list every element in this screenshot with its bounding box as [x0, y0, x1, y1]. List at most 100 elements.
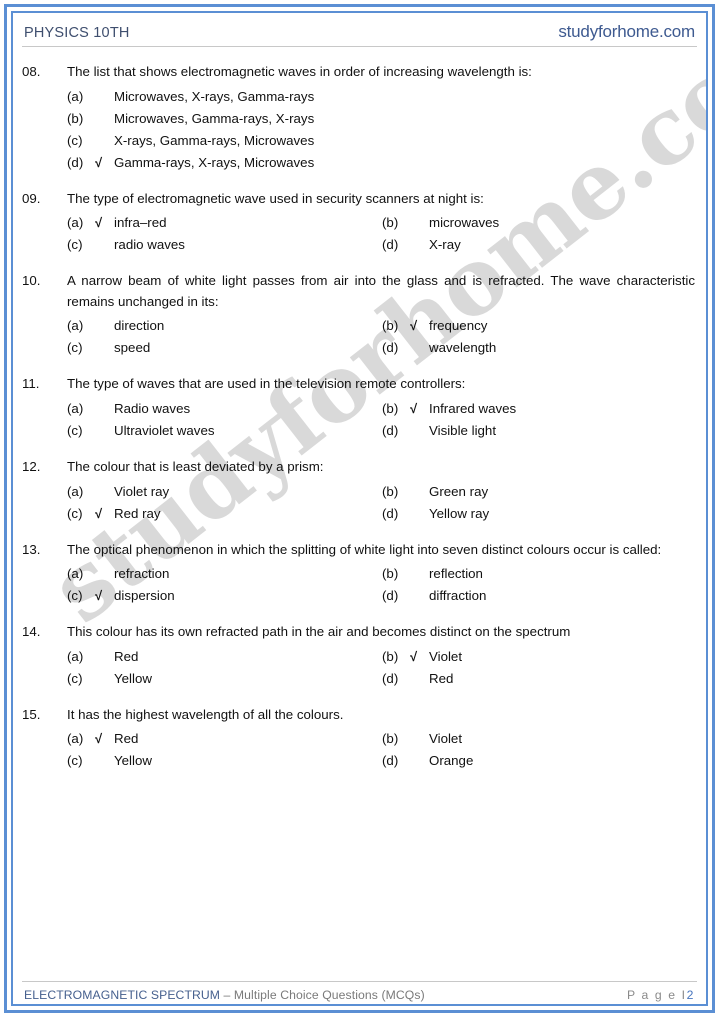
option-a[interactable]: (a)√Radio waves	[67, 401, 382, 416]
option-row: (c)√Yellow(d)√Orange	[67, 753, 697, 768]
option-label: (a)	[67, 648, 84, 664]
option-row: (c)√radio waves(d)√X-ray	[67, 237, 697, 252]
question-text: A narrow beam of white light passes from…	[67, 273, 695, 309]
option-text: diffraction	[429, 588, 487, 604]
option-c[interactable]: (c)√speed	[67, 340, 382, 355]
option-label: (d)	[382, 340, 399, 356]
question-number: 15.	[22, 706, 41, 722]
questions-list: 08. The list that shows electromagnetic w…	[22, 47, 697, 981]
question-text: The optical phenomenon in which the spli…	[67, 541, 662, 557]
option-a[interactable]: (a)√Red	[67, 649, 382, 664]
option-group: (a)√direction(b) √ frequency (c)√speed(d)√w…	[22, 318, 697, 355]
option-a[interactable]: (a)√Microwaves, X-rays, Gamma-rays	[67, 89, 697, 104]
correct-answer-check-icon: √	[410, 318, 418, 334]
option-row: (b)√Microwaves, Gamma-rays, X-rays	[67, 111, 697, 126]
option-b[interactable]: (b)√reflection	[382, 566, 697, 581]
option-b[interactable]: (b)√Microwaves, Gamma-rays, X-rays	[67, 111, 697, 126]
option-c[interactable]: (c)√X-rays, Gamma-rays, Microwaves	[67, 133, 697, 148]
option-text: Violet	[429, 648, 463, 664]
option-row: (a)√Red(b) √ Violet	[67, 649, 697, 664]
question-heading: 11. The type of waves that are used in th…	[22, 374, 697, 395]
option-d[interactable]: (d)√Visible light	[382, 423, 697, 438]
option-label: (a)	[67, 215, 84, 231]
option-b[interactable]: (b) √ Infrared waves	[382, 401, 697, 416]
footer-subtitle: – Multiple Choice Questions (MCQs)	[220, 988, 425, 1002]
option-text: X-ray	[429, 237, 461, 253]
correct-answer-check-icon: √	[95, 154, 103, 170]
option-text: Red	[114, 731, 139, 747]
option-text: Violet	[429, 731, 463, 747]
option-a[interactable]: (a) √ infra–red	[67, 215, 382, 230]
option-label: (d)	[382, 670, 399, 686]
option-text: refraction	[114, 566, 170, 582]
option-label: (a)	[67, 401, 84, 417]
footer-page-number: 2	[686, 988, 695, 1002]
option-group: (a)√refraction(b)√reflection (c) √ dispersi…	[22, 566, 697, 603]
option-label: (b)	[382, 401, 399, 417]
correct-answer-check-icon: √	[410, 648, 418, 664]
option-d[interactable]: (d)√diffraction	[382, 588, 697, 603]
option-label: (d)	[382, 753, 399, 769]
option-c[interactable]: (c) √ Red ray	[67, 506, 382, 521]
footer-caption: ELECTROMAGNETIC SPECTRUM – Multiple Choi…	[24, 988, 425, 1002]
option-c[interactable]: (c)√Yellow	[67, 753, 382, 768]
option-text: Visible light	[429, 423, 497, 439]
option-c[interactable]: (c)√Ultraviolet waves	[67, 423, 382, 438]
option-label: (d)	[67, 154, 84, 170]
option-d[interactable]: (d)√Yellow ray	[382, 506, 697, 521]
option-a[interactable]: (a)√refraction	[67, 566, 382, 581]
option-d[interactable]: (d)√Orange	[382, 753, 697, 768]
option-label: (c)	[67, 340, 83, 356]
header-website-link[interactable]: studyforhome.com	[558, 22, 695, 42]
option-d[interactable]: (d)√wavelength	[382, 340, 697, 355]
option-label: (d)	[382, 505, 399, 521]
option-text: Violet ray	[114, 483, 170, 499]
option-text: Radio waves	[114, 401, 191, 417]
option-a[interactable]: (a)√Violet ray	[67, 484, 382, 499]
question-heading: 10. A narrow beam of white light passes f…	[22, 271, 697, 312]
page-content: studyforhome.com PHYSICS 10TH studyforho…	[13, 13, 706, 1004]
option-row: (c) √ Red ray (d)√Yellow ray	[67, 506, 697, 521]
question-number: 11.	[22, 376, 40, 392]
option-text: Infrared waves	[429, 401, 517, 417]
option-label: (b)	[382, 318, 399, 334]
option-row: (a)√Red(b)√Violet	[67, 731, 697, 746]
option-group: (a)√Red(b)√Violet(c)√Yellow(d)√Orange	[22, 731, 697, 768]
question-number: 13.	[22, 541, 41, 557]
option-label: (b)	[67, 110, 84, 126]
option-label: (a)	[67, 483, 84, 499]
option-d[interactable]: (d)√X-ray	[382, 237, 697, 252]
option-c[interactable]: (c) √ dispersion	[67, 588, 382, 603]
option-label: (b)	[382, 648, 399, 664]
question-item: 11. The type of waves that are used in th…	[22, 374, 697, 438]
option-text: Yellow	[114, 753, 152, 769]
option-label: (c)	[67, 237, 83, 253]
option-label: (b)	[382, 215, 399, 231]
option-row: (c)√speed(d)√wavelength	[67, 340, 697, 355]
option-b[interactable]: (b)√Green ray	[382, 484, 697, 499]
question-heading: 08. The list that shows electromagnetic w…	[22, 62, 697, 83]
option-c[interactable]: (c)√radio waves	[67, 237, 382, 252]
option-label: (a)	[67, 88, 84, 104]
option-label: (d)	[382, 237, 399, 253]
option-b[interactable]: (b)√Violet	[382, 731, 697, 746]
option-text: speed	[114, 340, 151, 356]
option-label: (b)	[382, 731, 399, 747]
question-heading: 09. The type of electromagnetic wave used…	[22, 189, 697, 210]
option-c[interactable]: (c)√Yellow	[67, 671, 382, 686]
question-number: 12.	[22, 459, 41, 475]
option-text: Yellow ray	[429, 505, 490, 521]
option-group: (a)√Violet ray(b)√Green ray (c) √ Red ray (d…	[22, 484, 697, 521]
page-footer: ELECTROMAGNETIC SPECTRUM – Multiple Choi…	[22, 981, 697, 1004]
option-text: Green ray	[429, 483, 489, 499]
option-b[interactable]: (b) √ frequency	[382, 318, 697, 333]
option-d[interactable]: (d)√Red	[382, 671, 697, 686]
option-row: (a)√direction(b) √ frequency	[67, 318, 697, 333]
page-header: PHYSICS 10TH studyforhome.com	[22, 13, 697, 47]
option-b[interactable]: (b)√microwaves	[382, 215, 697, 230]
option-b[interactable]: (b) √ Violet	[382, 649, 697, 664]
option-a[interactable]: (a)√Red	[67, 731, 382, 746]
option-d[interactable]: (d) √ Gamma-rays, X-rays, Microwaves	[67, 155, 697, 170]
question-text: The list that shows electromagnetic wave…	[67, 64, 532, 79]
option-a[interactable]: (a)√direction	[67, 318, 382, 333]
